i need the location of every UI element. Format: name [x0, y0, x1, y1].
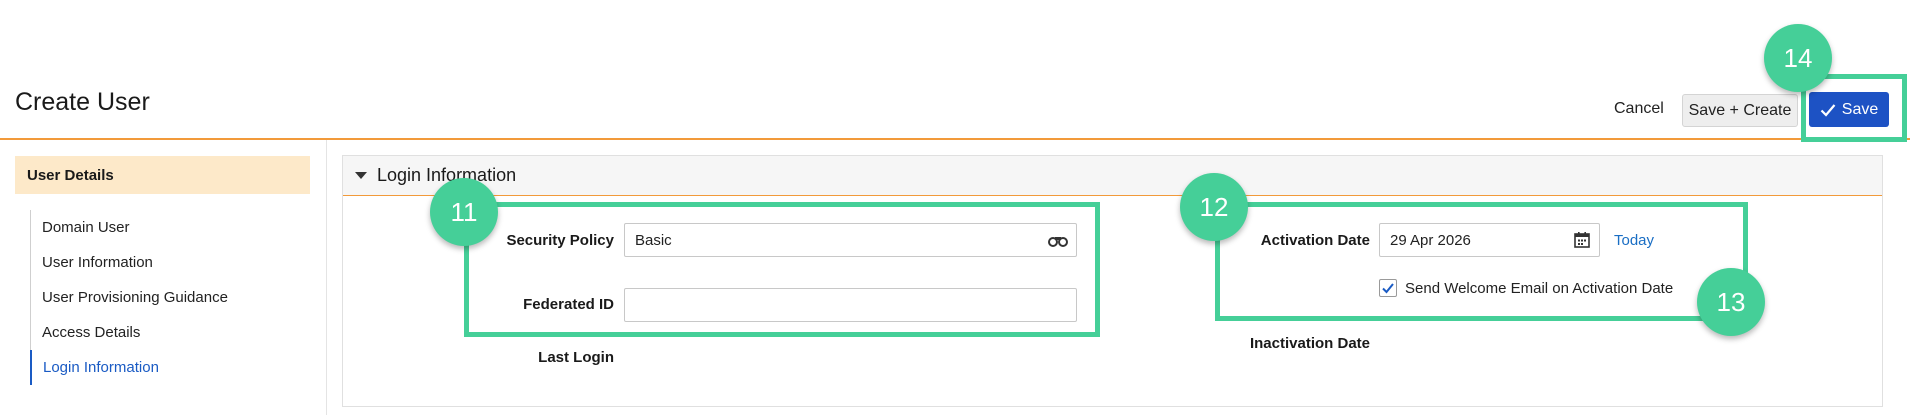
callout-badge-12: 12: [1180, 173, 1248, 241]
callout-badge-11: 11: [430, 178, 498, 246]
callout-badge-13: 13: [1697, 268, 1765, 336]
sidebar-item-domain-user[interactable]: Domain User: [31, 210, 310, 245]
sidebar-heading[interactable]: User Details: [15, 156, 310, 194]
caret-down-icon[interactable]: [355, 172, 367, 179]
callout-highlight-activation: [1215, 202, 1748, 321]
callout-highlight-security-federated: [464, 202, 1100, 337]
last-login-label: Last Login: [538, 349, 614, 366]
sidebar-item-user-provisioning-guidance[interactable]: User Provisioning Guidance: [31, 280, 310, 315]
page-title: Create User: [15, 88, 150, 116]
callout-badge-14: 14: [1764, 24, 1832, 92]
sidebar-item-access-details[interactable]: Access Details: [31, 315, 310, 350]
sidebar-nav: Domain User User Information User Provis…: [30, 210, 310, 385]
cancel-button[interactable]: Cancel: [1614, 100, 1664, 118]
sidebar-item-login-information[interactable]: Login Information: [30, 350, 310, 385]
sidebar: User Details Domain User User Informatio…: [0, 140, 327, 415]
save-create-button[interactable]: Save + Create: [1682, 94, 1798, 127]
sidebar-item-user-information[interactable]: User Information: [31, 245, 310, 280]
section-header[interactable]: Login Information: [343, 156, 1882, 196]
inactivation-date-label: Inactivation Date: [1249, 335, 1370, 352]
